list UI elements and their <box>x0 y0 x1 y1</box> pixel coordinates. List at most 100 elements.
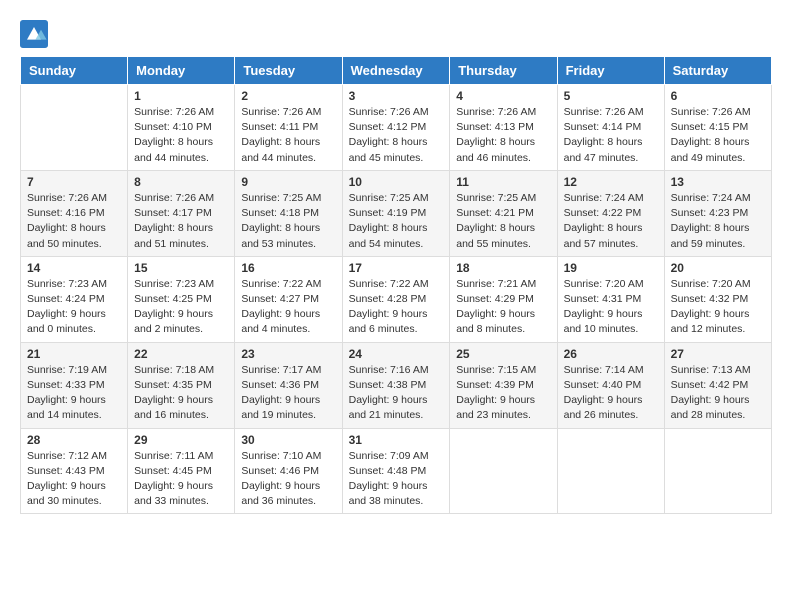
day-info: Sunrise: 7:26 AMSunset: 4:15 PMDaylight:… <box>671 105 765 166</box>
day-number: 16 <box>241 261 335 275</box>
day-info: Sunrise: 7:26 AMSunset: 4:16 PMDaylight:… <box>27 191 121 252</box>
day-number: 30 <box>241 433 335 447</box>
day-info: Sunrise: 7:21 AMSunset: 4:29 PMDaylight:… <box>456 277 550 338</box>
day-info: Sunrise: 7:12 AMSunset: 4:43 PMDaylight:… <box>27 449 121 510</box>
day-info: Sunrise: 7:20 AMSunset: 4:31 PMDaylight:… <box>564 277 658 338</box>
day-number: 17 <box>349 261 444 275</box>
calendar-cell: 4 Sunrise: 7:26 AMSunset: 4:13 PMDaylight… <box>450 85 557 171</box>
calendar-cell: 5 Sunrise: 7:26 AMSunset: 4:14 PMDaylight… <box>557 85 664 171</box>
day-info: Sunrise: 7:26 AMSunset: 4:11 PMDaylight:… <box>241 105 335 166</box>
calendar-week-4: 21Sunrise: 7:19 AMSunset: 4:33 PMDayligh… <box>21 342 772 428</box>
day-info: Sunrise: 7:23 AMSunset: 4:24 PMDaylight:… <box>27 277 121 338</box>
day-number: 26 <box>564 347 658 361</box>
weekday-header-row: SundayMondayTuesdayWednesdayThursdayFrid… <box>21 57 772 85</box>
day-info: Sunrise: 7:24 AMSunset: 4:22 PMDaylight:… <box>564 191 658 252</box>
day-number: 27 <box>671 347 765 361</box>
day-number: 24 <box>349 347 444 361</box>
day-number: 8 <box>134 175 228 189</box>
calendar-cell: 10 Sunrise: 7:25 AMSunset: 4:19 PMDayligh… <box>342 170 450 256</box>
calendar-week-2: 7 Sunrise: 7:26 AMSunset: 4:16 PMDaylight… <box>21 170 772 256</box>
day-info: Sunrise: 7:26 AMSunset: 4:13 PMDaylight:… <box>456 105 550 166</box>
calendar-cell: 15Sunrise: 7:23 AMSunset: 4:25 PMDayligh… <box>128 256 235 342</box>
calendar-cell: 1 Sunrise: 7:26 AMSunset: 4:10 PMDaylight… <box>128 85 235 171</box>
day-number: 3 <box>349 89 444 103</box>
calendar-cell <box>557 428 664 514</box>
day-info: Sunrise: 7:24 AMSunset: 4:23 PMDaylight:… <box>671 191 765 252</box>
calendar-cell: 3 Sunrise: 7:26 AMSunset: 4:12 PMDaylight… <box>342 85 450 171</box>
calendar-body: 1 Sunrise: 7:26 AMSunset: 4:10 PMDaylight… <box>21 85 772 514</box>
day-number: 4 <box>456 89 550 103</box>
weekday-header-wednesday: Wednesday <box>342 57 450 85</box>
calendar-cell: 24 Sunrise: 7:16 AMSunset: 4:38 PMDayligh… <box>342 342 450 428</box>
day-info: Sunrise: 7:26 AMSunset: 4:10 PMDaylight:… <box>134 105 228 166</box>
day-number: 19 <box>564 261 658 275</box>
calendar-cell: 12 Sunrise: 7:24 AMSunset: 4:22 PMDayligh… <box>557 170 664 256</box>
day-info: Sunrise: 7:22 AMSunset: 4:28 PMDaylight:… <box>349 277 444 338</box>
calendar-cell <box>21 85 128 171</box>
day-info: Sunrise: 7:15 AMSunset: 4:39 PMDaylight:… <box>456 363 550 424</box>
day-info: Sunrise: 7:17 AMSunset: 4:36 PMDaylight:… <box>241 363 335 424</box>
day-number: 31 <box>349 433 444 447</box>
day-number: 23 <box>241 347 335 361</box>
day-info: Sunrise: 7:14 AMSunset: 4:40 PMDaylight:… <box>564 363 658 424</box>
day-number: 1 <box>134 89 228 103</box>
day-info: Sunrise: 7:18 AMSunset: 4:35 PMDaylight:… <box>134 363 228 424</box>
calendar-cell: 11 Sunrise: 7:25 AMSunset: 4:21 PMDayligh… <box>450 170 557 256</box>
day-number: 10 <box>349 175 444 189</box>
calendar-cell <box>664 428 771 514</box>
day-number: 7 <box>27 175 121 189</box>
calendar-cell: 31 Sunrise: 7:09 AMSunset: 4:48 PMDayligh… <box>342 428 450 514</box>
day-number: 22 <box>134 347 228 361</box>
day-info: Sunrise: 7:13 AMSunset: 4:42 PMDaylight:… <box>671 363 765 424</box>
weekday-header-monday: Monday <box>128 57 235 85</box>
weekday-header-tuesday: Tuesday <box>235 57 342 85</box>
calendar-cell: 20Sunrise: 7:20 AMSunset: 4:32 PMDayligh… <box>664 256 771 342</box>
calendar-cell: 2 Sunrise: 7:26 AMSunset: 4:11 PMDaylight… <box>235 85 342 171</box>
page-header <box>20 20 772 48</box>
calendar-cell: 18Sunrise: 7:21 AMSunset: 4:29 PMDayligh… <box>450 256 557 342</box>
calendar-cell: 26 Sunrise: 7:14 AMSunset: 4:40 PMDayligh… <box>557 342 664 428</box>
day-number: 11 <box>456 175 550 189</box>
calendar-cell: 6Sunrise: 7:26 AMSunset: 4:15 PMDaylight… <box>664 85 771 171</box>
day-number: 2 <box>241 89 335 103</box>
day-info: Sunrise: 7:22 AMSunset: 4:27 PMDaylight:… <box>241 277 335 338</box>
day-info: Sunrise: 7:09 AMSunset: 4:48 PMDaylight:… <box>349 449 444 510</box>
calendar-cell: 23 Sunrise: 7:17 AMSunset: 4:36 PMDayligh… <box>235 342 342 428</box>
day-number: 9 <box>241 175 335 189</box>
weekday-header-friday: Friday <box>557 57 664 85</box>
calendar-cell: 16 Sunrise: 7:22 AMSunset: 4:27 PMDayligh… <box>235 256 342 342</box>
day-info: Sunrise: 7:26 AMSunset: 4:12 PMDaylight:… <box>349 105 444 166</box>
day-info: Sunrise: 7:10 AMSunset: 4:46 PMDaylight:… <box>241 449 335 510</box>
calendar-cell: 13 Sunrise: 7:24 AMSunset: 4:23 PMDayligh… <box>664 170 771 256</box>
weekday-header-thursday: Thursday <box>450 57 557 85</box>
day-number: 12 <box>564 175 658 189</box>
calendar-cell: 8Sunrise: 7:26 AMSunset: 4:17 PMDaylight… <box>128 170 235 256</box>
day-number: 29 <box>134 433 228 447</box>
day-number: 13 <box>671 175 765 189</box>
calendar-table: SundayMondayTuesdayWednesdayThursdayFrid… <box>20 56 772 514</box>
day-number: 25 <box>456 347 550 361</box>
calendar-week-5: 28 Sunrise: 7:12 AMSunset: 4:43 PMDayligh… <box>21 428 772 514</box>
day-info: Sunrise: 7:23 AMSunset: 4:25 PMDaylight:… <box>134 277 228 338</box>
day-number: 28 <box>27 433 121 447</box>
calendar-cell: 28 Sunrise: 7:12 AMSunset: 4:43 PMDayligh… <box>21 428 128 514</box>
weekday-header-sunday: Sunday <box>21 57 128 85</box>
calendar-cell: 29Sunrise: 7:11 AMSunset: 4:45 PMDayligh… <box>128 428 235 514</box>
day-number: 5 <box>564 89 658 103</box>
day-info: Sunrise: 7:25 AMSunset: 4:21 PMDaylight:… <box>456 191 550 252</box>
day-info: Sunrise: 7:25 AMSunset: 4:19 PMDaylight:… <box>349 191 444 252</box>
day-info: Sunrise: 7:25 AMSunset: 4:18 PMDaylight:… <box>241 191 335 252</box>
calendar-cell: 14Sunrise: 7:23 AMSunset: 4:24 PMDayligh… <box>21 256 128 342</box>
calendar-cell: 19 Sunrise: 7:20 AMSunset: 4:31 PMDayligh… <box>557 256 664 342</box>
day-info: Sunrise: 7:26 AMSunset: 4:14 PMDaylight:… <box>564 105 658 166</box>
calendar-week-1: 1 Sunrise: 7:26 AMSunset: 4:10 PMDaylight… <box>21 85 772 171</box>
calendar-cell: 21Sunrise: 7:19 AMSunset: 4:33 PMDayligh… <box>21 342 128 428</box>
calendar-cell: 9 Sunrise: 7:25 AMSunset: 4:18 PMDaylight… <box>235 170 342 256</box>
calendar-header: SundayMondayTuesdayWednesdayThursdayFrid… <box>21 57 772 85</box>
day-info: Sunrise: 7:16 AMSunset: 4:38 PMDaylight:… <box>349 363 444 424</box>
calendar-week-3: 14Sunrise: 7:23 AMSunset: 4:24 PMDayligh… <box>21 256 772 342</box>
logo <box>20 20 52 48</box>
calendar-cell: 30 Sunrise: 7:10 AMSunset: 4:46 PMDayligh… <box>235 428 342 514</box>
calendar-cell: 22 Sunrise: 7:18 AMSunset: 4:35 PMDayligh… <box>128 342 235 428</box>
weekday-header-saturday: Saturday <box>664 57 771 85</box>
